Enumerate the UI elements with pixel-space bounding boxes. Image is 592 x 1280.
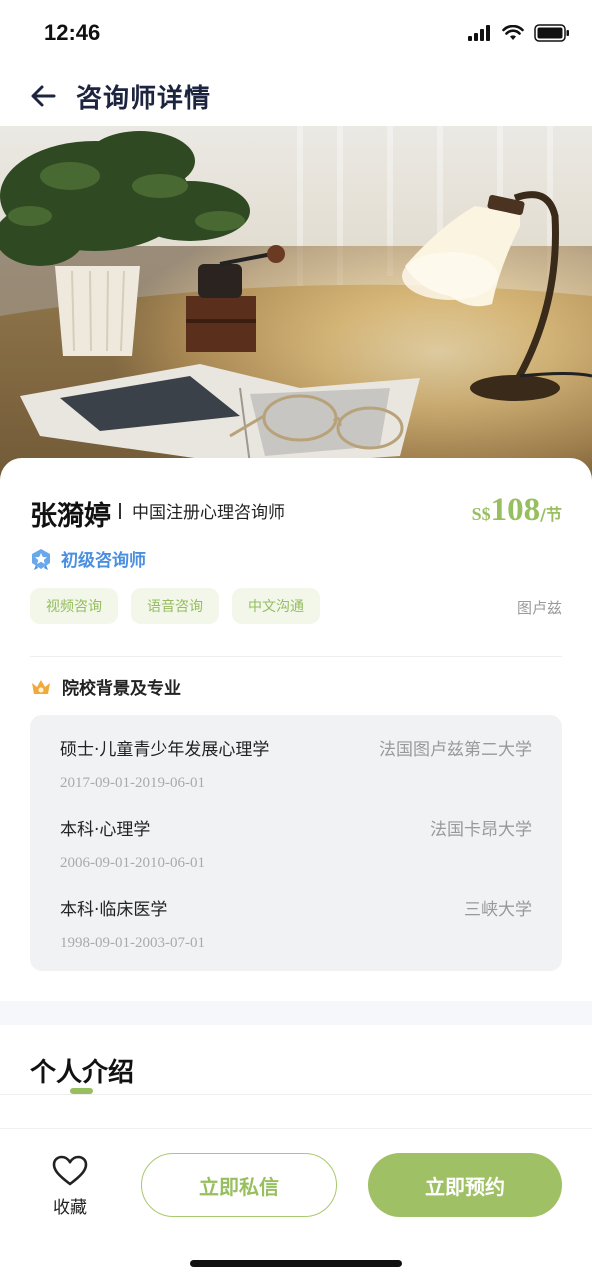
level-label: 初级咨询师: [61, 551, 146, 571]
edu-degree: 本科·临床医学: [60, 900, 168, 920]
price-value: 108: [490, 492, 541, 528]
counselor-name: 张漪婷: [30, 501, 111, 532]
price-currency: S$: [471, 504, 491, 524]
education-list: 硕士·儿童青少年发展心理学 法国图卢兹第二大学 2017-09-01-2019-…: [30, 715, 562, 971]
name-separator: [119, 503, 121, 519]
nav-bar: 咨询师详情: [0, 66, 592, 126]
favorite-label: 收藏: [53, 1198, 87, 1218]
book-button[interactable]: 立即预约: [368, 1153, 562, 1217]
divider: [0, 1094, 592, 1095]
message-button[interactable]: 立即私信: [141, 1153, 337, 1217]
edu-school: 三峡大学: [464, 900, 532, 920]
edu-date: 1998-09-01-2003-07-01: [60, 935, 205, 951]
tag-video: 视频咨询: [30, 588, 118, 624]
tag-chinese: 中文沟通: [232, 588, 320, 624]
divider: [30, 656, 562, 657]
location: 图卢兹: [516, 599, 562, 617]
education-header: 院校背景及专业: [30, 674, 181, 699]
back-arrow-icon: [31, 85, 56, 107]
edu-school: 法国图卢兹第二大学: [379, 740, 532, 760]
edu-date: 2006-09-01-2010-06-01: [60, 855, 205, 871]
price-unit: /节: [540, 505, 562, 524]
heart-icon: [52, 1155, 88, 1186]
level-badge: 初级咨询师: [30, 546, 146, 571]
bottom-action-bar: 收藏 立即私信 立即预约: [0, 1129, 592, 1280]
counselor-title: 中国注册心理咨询师: [132, 503, 285, 523]
service-tags: 视频咨询 语音咨询 中文沟通: [30, 588, 320, 624]
status-bar: 12:46: [0, 0, 592, 66]
signal-icon: [468, 25, 490, 41]
education-title: 院校背景及专业: [62, 679, 181, 699]
counselor-card: 张漪婷 中国注册心理咨询师 S$ 108 /节 初级咨询师 视频咨询 语音咨询 …: [0, 458, 592, 1003]
page-title: 咨询师详情: [76, 84, 212, 114]
status-time: 12:46: [44, 20, 101, 45]
tag-voice: 语音咨询: [131, 588, 219, 624]
back-button[interactable]: [28, 80, 60, 112]
price: S$ 108 /节: [472, 492, 562, 529]
tab-intro[interactable]: 个人介绍: [30, 1052, 134, 1089]
battery-icon: [534, 24, 569, 42]
edu-school: 法国卡昂大学: [430, 820, 532, 840]
edu-degree: 本科·心理学: [60, 820, 151, 840]
wifi-icon: [502, 25, 524, 40]
status-icons: [468, 24, 570, 42]
favorite-button[interactable]: 收藏: [45, 1155, 95, 1218]
section-gap: [0, 1001, 592, 1025]
edu-degree: 硕士·儿童青少年发展心理学: [60, 740, 270, 760]
home-indicator: [190, 1260, 402, 1267]
edu-date: 2017-09-01-2019-06-01: [60, 775, 205, 791]
badge-icon: [32, 548, 50, 570]
crown-icon: [32, 679, 50, 694]
